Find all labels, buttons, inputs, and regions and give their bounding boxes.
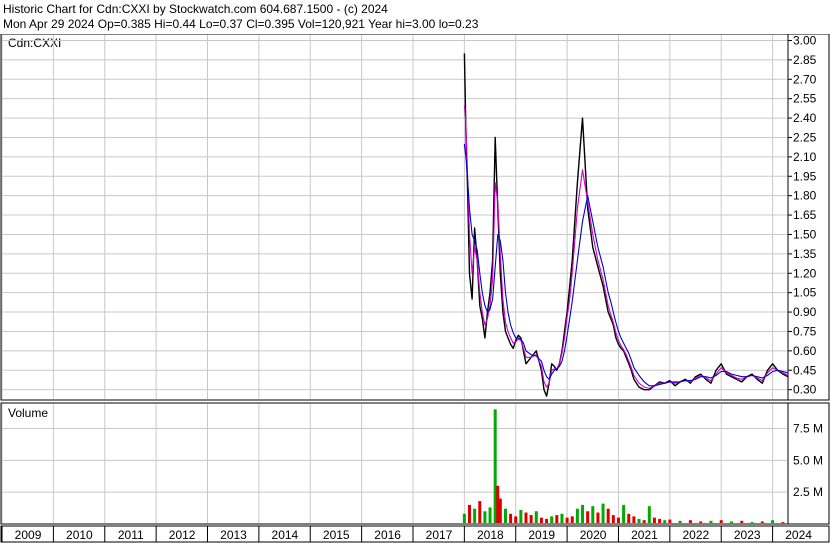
volume-bar [611,515,615,523]
x-tick-label: 2013 [220,528,247,542]
volume-bar [591,506,595,523]
volume-bar [539,517,543,523]
volume-bar [771,520,775,523]
price-panel: Cdn:CXXI [0,34,830,401]
volume-bar [668,519,672,523]
volume-bar [519,509,523,523]
volume-bar [555,515,559,523]
volume-bar [606,508,610,523]
price-y-tick-label: 0.45 [793,363,817,377]
volume-bar [632,516,636,523]
x-tick-label: 2020 [580,528,607,542]
volume-bar [483,511,487,523]
volume-bar [760,521,764,523]
price-y-tick-label: 0.90 [793,305,817,319]
volume-bar [586,511,590,523]
volume-bar [652,517,656,523]
volume-bar [658,518,662,523]
volume-bar [678,520,682,523]
x-tick-label: 2024 [785,528,812,542]
price-y-tick-label: 1.80 [793,189,817,203]
x-tick-label: 2022 [682,528,709,542]
volume-panel-label: Volume [8,406,48,420]
price-y-tick-label: 2.70 [793,72,817,86]
volume-bar [550,516,554,523]
volume-bar [622,504,626,523]
price-y-tick-label: 1.65 [793,208,817,222]
volume-bar [663,520,667,523]
volume-bar [570,516,574,523]
volume-bar [647,506,651,523]
header-title: Historic Chart for Cdn:CXXI by Stockwatc… [3,2,388,16]
volume-bar [509,513,513,523]
volume-bar [503,508,507,523]
volume-bar [514,516,518,523]
volume-bar [699,521,703,523]
volume-bar [642,520,646,523]
x-tick-label: 2015 [323,528,350,542]
volume-bar [534,511,538,523]
x-tick-label: 2011 [118,528,144,542]
volume-bar [462,513,466,523]
header-quote: Mon Apr 29 2024 Op=0.385 Hi=0.44 Lo=0.37… [3,17,479,31]
x-tick-label: 2009 [15,528,42,542]
price-y-tick-label: 2.85 [793,53,817,67]
volume-bar [616,517,620,523]
price-y-tick-label: 1.50 [793,227,817,241]
volume-bar [740,520,744,523]
price-y-tick-label: 2.40 [793,111,817,125]
volume-bar [560,513,564,523]
price-y-tick-label: 2.10 [793,150,817,164]
price-y-tick-label: 1.95 [793,169,817,183]
price-y-tick-label: 1.35 [793,247,817,261]
volume-bar [493,409,497,523]
volume-panel: Volume [0,402,830,525]
price-y-tick-label: 0.30 [793,383,817,397]
x-tick-label: 2021 [631,528,658,542]
volume-bar [473,508,477,523]
volume-bar [719,520,723,523]
x-tick-label: 2023 [734,528,761,542]
price-y-tick-label: 1.20 [793,266,817,280]
x-tick-label: 2017 [426,528,453,542]
price-y-tick-label: 1.05 [793,286,817,300]
price-y-tick-label: 2.55 [793,92,817,106]
historic-chart: Cdn:CXXI Volume 2009 2010 2011 2012 2013 2014… [0,34,830,543]
x-tick-label: 2014 [272,528,299,542]
price-y-tick-label: 0.60 [793,344,817,358]
volume-bar [529,515,533,523]
price-y-tick-label: 2.25 [793,130,817,144]
x-tick-label: 2016 [374,528,401,542]
x-tick-label: 2019 [528,528,555,542]
volume-bar [596,512,600,523]
volume-bar [688,520,692,523]
volume-bar [729,521,733,523]
volume-bar [496,485,500,523]
volume-bar [709,520,713,523]
chart-header: Historic Chart for Cdn:CXXI by Stockwatc… [0,0,830,34]
volume-bar [601,503,605,523]
price-y-tick-label: 3.00 [793,34,817,47]
x-tick-label: 2018 [477,528,504,542]
volume-y-tick-label: 7.5 M [793,421,823,435]
volume-bar [468,504,472,523]
volume-bar [575,508,579,523]
volume-bar [545,518,549,523]
volume-bar [750,522,754,524]
x-tick-label: 2012 [169,528,196,542]
volume-bar [565,517,569,523]
volume-y-tick-label: 5.0 M [793,453,823,467]
volume-bar [781,522,785,524]
volume-bar [478,501,482,523]
x-tick-label: 2010 [66,528,93,542]
price-y-tick-label: 0.75 [793,324,817,338]
volume-bar [524,512,528,523]
volume-bar [627,513,631,523]
volume-bar [498,498,502,523]
volume-y-tick-label: 2.5 M [793,485,823,499]
volume-bar [637,518,641,523]
volume-bar [581,504,585,523]
volume-bar [488,507,492,523]
